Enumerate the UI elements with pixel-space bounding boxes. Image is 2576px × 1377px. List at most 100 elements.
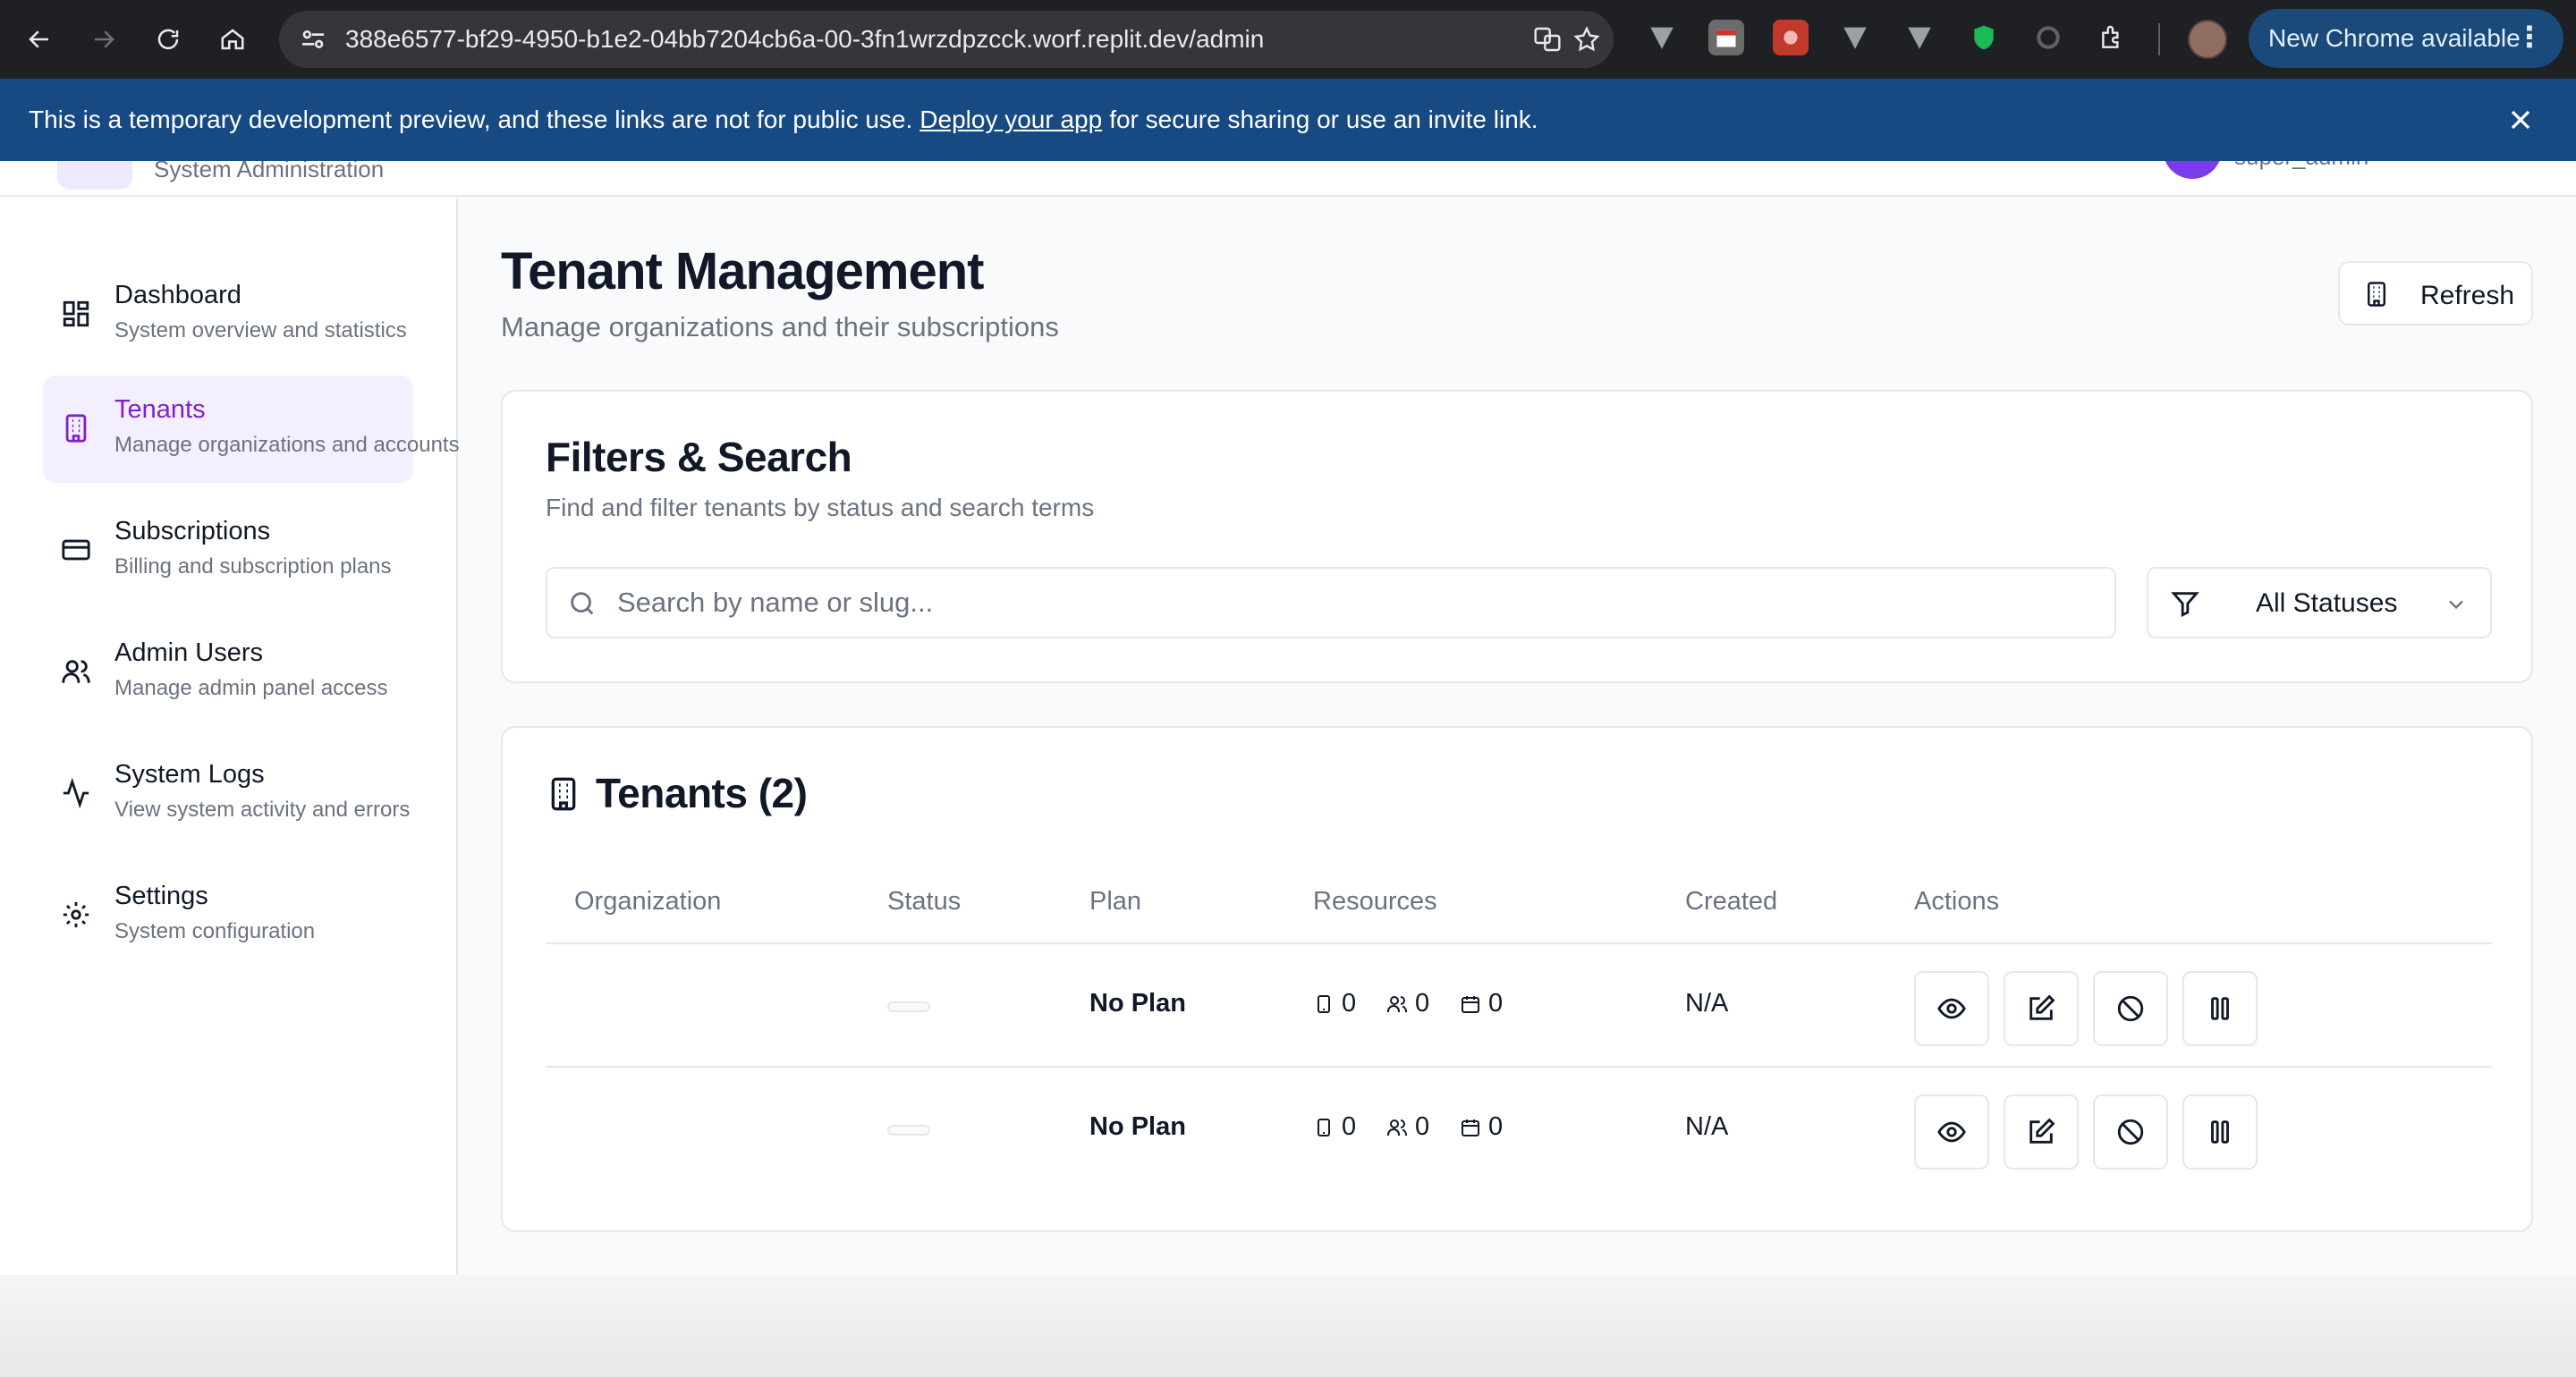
translate-icon[interactable]	[1531, 23, 1563, 55]
plan-cell: No Plan	[1089, 1112, 1186, 1141]
banner-text-before: This is a temporary development preview,…	[29, 106, 913, 133]
page-title: Tenant Management	[501, 242, 984, 300]
column-header-created[interactable]: Created	[1685, 887, 1777, 917]
search-input[interactable]	[617, 581, 2084, 624]
devices-count: 0	[1313, 989, 1356, 1018]
deploy-link[interactable]: Deploy your app	[919, 106, 1102, 134]
extension-puzzle-red-icon[interactable]	[1773, 20, 1809, 55]
toolbar-divider	[2158, 23, 2160, 55]
ban-icon	[2117, 1119, 2144, 1145]
bookmark-star-icon[interactable]	[1571, 23, 1603, 55]
sidebar-item-desc: System configuration	[114, 919, 316, 943]
calendar-icon	[1462, 1119, 1479, 1136]
status-badge	[887, 1125, 930, 1136]
site-settings-icon[interactable]	[299, 25, 327, 54]
more-options-icon[interactable]: ⋮	[2515, 21, 2544, 52]
app-header: System Administration super_admin	[0, 161, 2576, 197]
edit-button[interactable]	[2004, 971, 2079, 1046]
sidebar-item-subscriptions[interactable]: Subscriptions Billing and subscription p…	[43, 497, 413, 604]
users-count: 0	[1386, 1112, 1429, 1142]
device-icon	[1318, 1118, 1330, 1136]
sidebar-item-system-logs[interactable]: System Logs View system activity and err…	[43, 740, 413, 848]
created-cell: N/A	[1685, 1112, 1729, 1141]
sidebar-item-desc: View system activity and errors	[114, 798, 411, 822]
banner-text-after: for secure sharing or use an invite link…	[1109, 106, 1538, 133]
sidebar-item-dashboard[interactable]: Dashboard System overview and statistics	[43, 261, 413, 368]
sidebar: Dashboard System overview and statistics…	[0, 199, 460, 1275]
status-select[interactable]: All Statuses	[2147, 567, 2492, 638]
forward-button[interactable]	[80, 16, 127, 63]
back-button[interactable]	[16, 16, 63, 63]
devices-value: 0	[1342, 1112, 1357, 1141]
refresh-button[interactable]: Refresh	[2338, 261, 2533, 325]
sidebar-item-label: System Logs	[114, 760, 265, 789]
url-text: 388e6577-bf29-4950-b1e2-04bb7204cb6a-00-…	[345, 25, 1265, 53]
extension-swirl-icon[interactable]	[2030, 20, 2066, 55]
building-icon	[65, 414, 87, 443]
view-button[interactable]	[1914, 971, 1989, 1046]
devices-value: 0	[1342, 989, 1357, 1018]
extensions-puzzle-icon[interactable]	[2095, 20, 2131, 55]
suspend-button[interactable]	[2093, 971, 2168, 1046]
eye-icon	[1937, 998, 1966, 1019]
status-select-value: All Statuses	[2256, 588, 2398, 618]
search-field[interactable]	[546, 567, 2116, 638]
reload-button[interactable]	[145, 16, 191, 63]
tenants-title: Tenants (2)	[596, 770, 808, 816]
users-count: 0	[1386, 989, 1429, 1018]
sidebar-item-settings[interactable]: Settings System configuration	[43, 862, 413, 969]
view-button[interactable]	[1914, 1094, 1989, 1170]
sidebar-item-tenants[interactable]: Tenants Manage organizations and account…	[43, 376, 460, 483]
filters-card: Filters & Search Find and filter tenants…	[501, 390, 2533, 683]
users-icon	[62, 660, 90, 683]
events-count: 0	[1460, 989, 1503, 1018]
extension-v2-icon[interactable]	[1837, 20, 1873, 55]
sidebar-item-admin-users[interactable]: Admin Users Manage admin panel access	[43, 619, 413, 726]
sidebar-item-desc: Manage organizations and accounts	[114, 433, 460, 457]
suspend-button[interactable]	[2093, 1094, 2168, 1170]
plan-cell: No Plan	[1089, 989, 1186, 1018]
column-header-actions[interactable]: Actions	[1914, 887, 1999, 917]
edit-button[interactable]	[2004, 1094, 2079, 1170]
column-header-status[interactable]: Status	[887, 887, 961, 917]
column-header-resources[interactable]: Resources	[1313, 887, 1437, 917]
column-header-plan[interactable]: Plan	[1089, 887, 1141, 917]
dashboard-icon	[63, 300, 89, 327]
dev-preview-banner: This is a temporary development preview,…	[0, 79, 2576, 161]
filters-desc: Find and filter tenants by status and se…	[546, 494, 1095, 521]
home-button[interactable]	[209, 16, 256, 63]
update-label: New Chrome available	[2268, 24, 2521, 52]
sidebar-item-label: Admin Users	[114, 638, 263, 667]
sidebar-item-desc: System overview and statistics	[114, 318, 407, 342]
close-icon[interactable]	[2504, 104, 2537, 136]
users-value: 0	[1415, 1112, 1430, 1141]
extension-v-icon[interactable]	[1644, 20, 1680, 55]
chrome-update-button[interactable]: New Chrome available ⋮	[2249, 9, 2563, 68]
user-name[interactable]: super_admin	[2234, 161, 2368, 171]
building-icon	[551, 777, 576, 811]
extension-v3-icon[interactable]	[1902, 20, 1937, 55]
ban-icon	[2117, 995, 2144, 1022]
profile-avatar[interactable]	[2188, 20, 2227, 59]
window-bottom-edge	[0, 1275, 2576, 1377]
extension-shield-icon[interactable]	[1966, 20, 2002, 55]
header-divider	[546, 942, 2492, 944]
address-bar[interactable]: 388e6577-bf29-4950-b1e2-04bb7204cb6a-00-…	[279, 11, 1614, 68]
column-header-organization[interactable]: Organization	[574, 887, 721, 917]
device-icon	[1318, 994, 1330, 1013]
user-avatar[interactable]	[2163, 161, 2222, 179]
pause-button[interactable]	[2182, 971, 2258, 1046]
refresh-label: Refresh	[2420, 281, 2515, 310]
edit-icon	[2029, 1118, 2055, 1144]
pause-button[interactable]	[2182, 1094, 2258, 1170]
sidebar-item-label: Tenants	[114, 395, 206, 424]
extension-calendar-icon[interactable]	[1708, 20, 1744, 55]
activity-icon	[63, 778, 89, 808]
devices-count: 0	[1313, 1112, 1356, 1142]
status-badge	[887, 1001, 930, 1012]
sidebar-item-label: Subscriptions	[114, 517, 271, 545]
events-value: 0	[1488, 989, 1504, 1018]
sidebar-item-label: Dashboard	[114, 281, 242, 309]
users-icon	[1387, 995, 1407, 1012]
page-subtitle: Manage organizations and their subscript…	[501, 311, 1059, 342]
